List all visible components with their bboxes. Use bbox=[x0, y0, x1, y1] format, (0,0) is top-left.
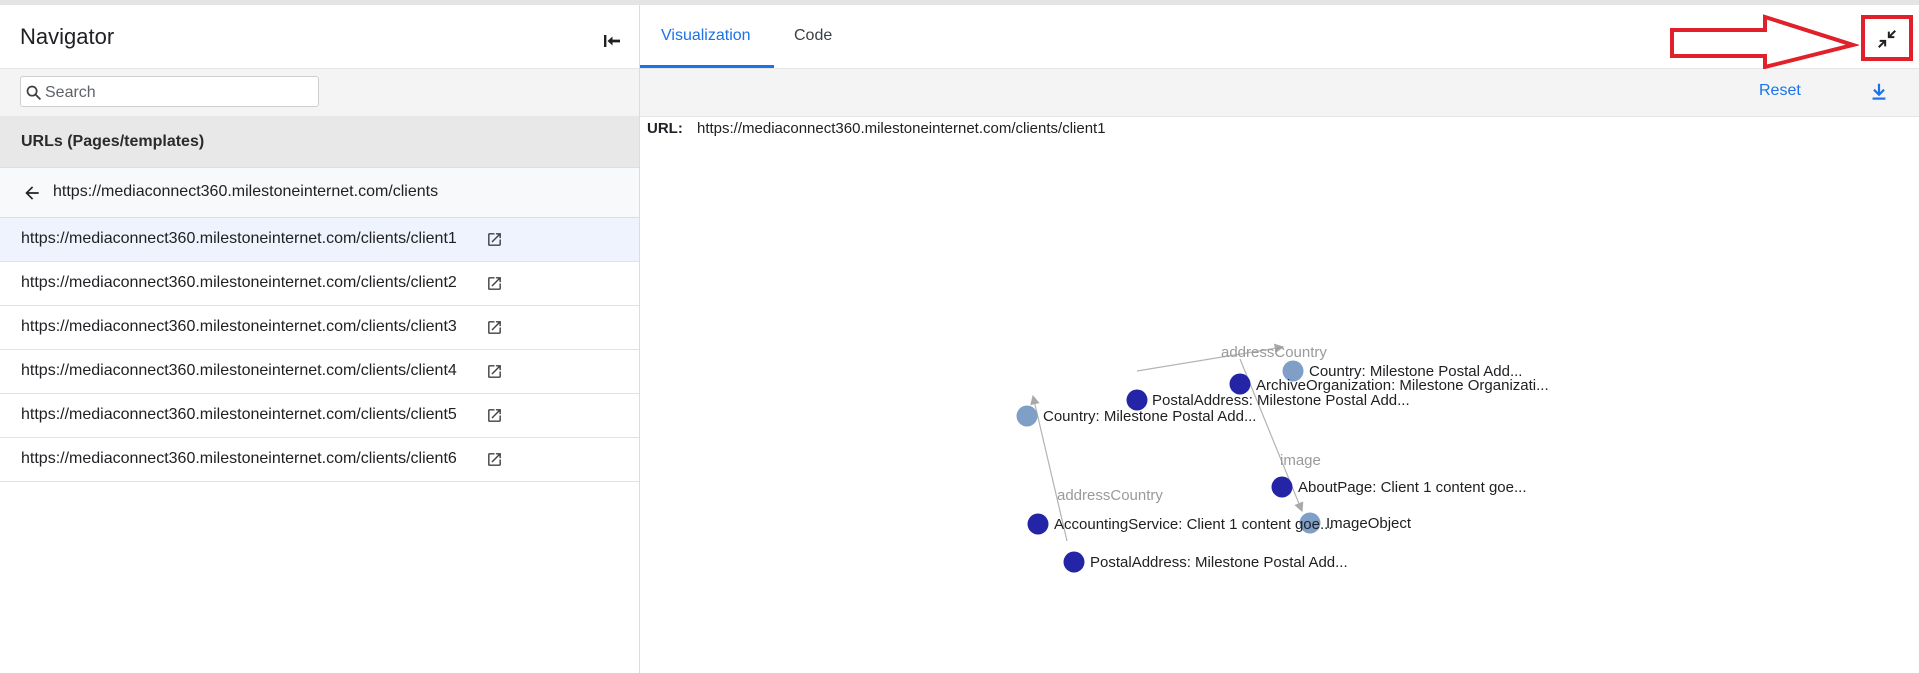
external-link-icon[interactable] bbox=[486, 451, 503, 468]
urls-section-header: URLs (Pages/templates) bbox=[0, 117, 639, 168]
graph-node-label: PostalAddress: Milestone Postal Add... bbox=[1090, 554, 1348, 571]
url-item-label: https://mediaconnect360.milestoneinterne… bbox=[21, 318, 457, 335]
graph-node[interactable]: AboutPage: Client 1 content goe... bbox=[1271, 476, 1527, 498]
graph-node-dot[interactable] bbox=[1016, 405, 1038, 427]
graph-node-label: Country: Milestone Postal Add... bbox=[1043, 408, 1256, 425]
search-bar bbox=[0, 69, 639, 117]
collapse-navigator-button[interactable] bbox=[600, 29, 624, 53]
graph-node-label: AboutPage: Client 1 content goe... bbox=[1298, 479, 1527, 496]
parent-url-label: https://mediaconnect360.milestoneinterne… bbox=[53, 183, 439, 200]
url-item-label: https://mediaconnect360.milestoneinterne… bbox=[21, 406, 457, 423]
url-item-label: https://mediaconnect360.milestoneinterne… bbox=[21, 230, 457, 247]
url-list-item[interactable]: https://mediaconnect360.milestoneinterne… bbox=[0, 394, 639, 438]
parent-url-back-row[interactable]: https://mediaconnect360.milestoneinterne… bbox=[0, 168, 639, 218]
exit-fullscreen-icon bbox=[1878, 30, 1896, 48]
download-icon[interactable] bbox=[1868, 81, 1890, 103]
search-icon bbox=[26, 85, 41, 100]
url-item-label: https://mediaconnect360.milestoneinterne… bbox=[21, 362, 457, 379]
active-tab-indicator bbox=[640, 65, 774, 68]
graph-node[interactable]: PostalAddress: Milestone Postal Add... bbox=[1063, 551, 1348, 573]
graph-node-dot[interactable] bbox=[1271, 476, 1293, 498]
url-list-item[interactable]: https://mediaconnect360.milestoneinterne… bbox=[0, 262, 639, 306]
url-list-item[interactable]: https://mediaconnect360.milestoneinterne… bbox=[0, 218, 639, 262]
url-item-label: https://mediaconnect360.milestoneinterne… bbox=[21, 450, 457, 467]
view-tabs: Visualization Code bbox=[640, 5, 1919, 70]
url-list: https://mediaconnect360.milestoneinterne… bbox=[0, 218, 639, 482]
url-list-item[interactable]: https://mediaconnect360.milestoneinterne… bbox=[0, 438, 639, 482]
schema-graph[interactable]: addressCountry image addressCountry Coun… bbox=[640, 135, 1919, 673]
edge-label: addressCountry bbox=[1221, 344, 1327, 361]
search-input[interactable] bbox=[43, 81, 317, 105]
navigator-panel: Navigator URLs (Pages/templates) https:/… bbox=[0, 5, 640, 673]
external-link-icon[interactable] bbox=[486, 275, 503, 292]
search-field[interactable] bbox=[20, 76, 319, 107]
urls-section-title: URLs (Pages/templates) bbox=[21, 133, 205, 150]
url-item-label: https://mediaconnect360.milestoneinterne… bbox=[21, 274, 457, 291]
url-list-item[interactable]: https://mediaconnect360.milestoneinterne… bbox=[0, 350, 639, 394]
external-link-icon[interactable] bbox=[486, 319, 503, 336]
tab-visualization[interactable]: Visualization bbox=[661, 27, 751, 45]
annotation-arrow bbox=[1670, 14, 1859, 70]
graph-node-label: ImageObject bbox=[1326, 515, 1412, 532]
edge-label: addressCountry bbox=[1057, 487, 1163, 504]
collapse-left-icon bbox=[604, 35, 620, 47]
exit-fullscreen-button[interactable] bbox=[1861, 15, 1913, 61]
edge-label: image bbox=[1280, 452, 1321, 469]
tab-code[interactable]: Code bbox=[794, 27, 832, 45]
navigator-title: Navigator bbox=[20, 24, 115, 49]
graph-node[interactable]: AccountingService: Client 1 content goe.… bbox=[1027, 513, 1333, 535]
graph-node-label: PostalAddress: Milestone Postal Add... bbox=[1152, 392, 1410, 409]
graph-node[interactable]: Country: Milestone Postal Add... bbox=[1016, 405, 1257, 427]
url-list-item[interactable]: https://mediaconnect360.milestoneinterne… bbox=[0, 306, 639, 350]
graph-node-dot[interactable] bbox=[1027, 513, 1049, 535]
reset-button[interactable]: Reset bbox=[1759, 82, 1801, 100]
graph-node-dot[interactable] bbox=[1063, 551, 1085, 573]
visualization-toolbar: Reset bbox=[640, 69, 1919, 117]
graph-node-label: AccountingService: Client 1 content goe.… bbox=[1054, 516, 1333, 533]
external-link-icon[interactable] bbox=[486, 231, 503, 248]
main-panel: Visualization Code Reset URL: https://me… bbox=[640, 5, 1919, 673]
navigator-header: Navigator bbox=[0, 5, 639, 69]
external-link-icon[interactable] bbox=[486, 363, 503, 380]
external-link-icon[interactable] bbox=[486, 407, 503, 424]
arrow-left-icon bbox=[25, 186, 39, 200]
